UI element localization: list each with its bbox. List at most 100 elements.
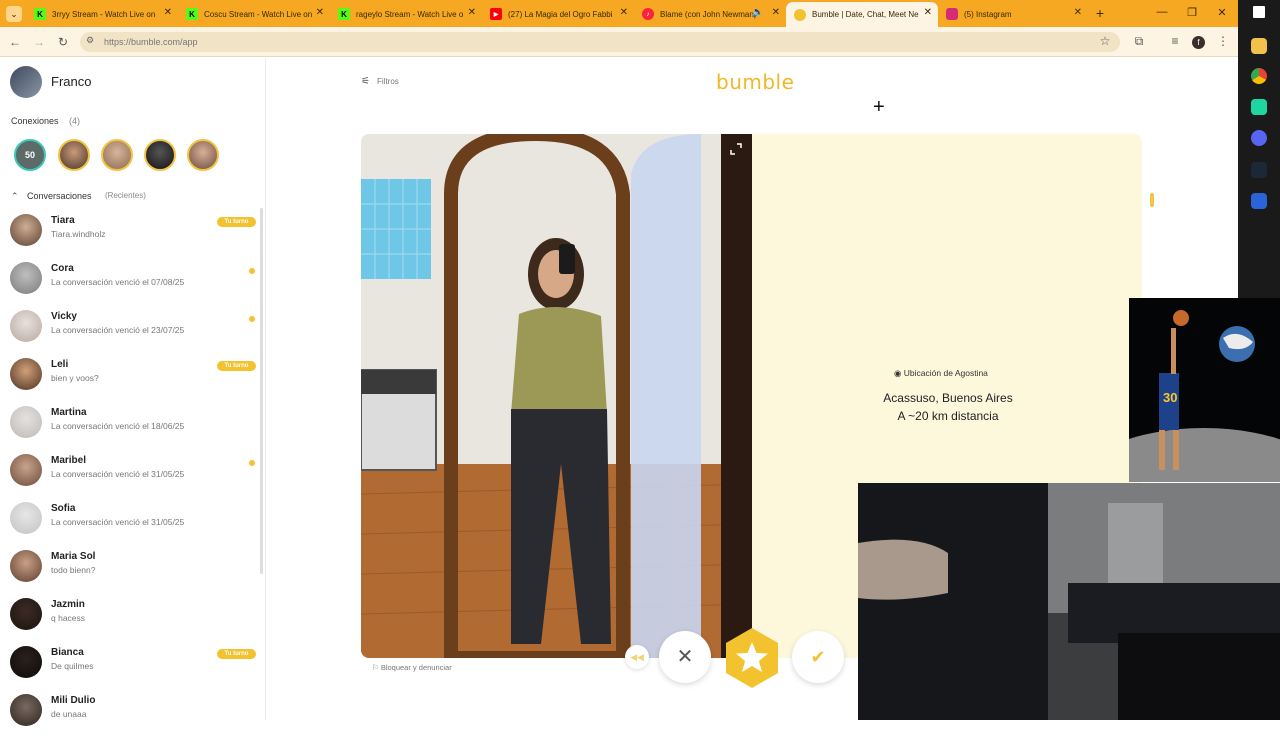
kick-icon: K: [34, 8, 46, 20]
expand-icon[interactable]: [730, 142, 742, 155]
avatar: [10, 358, 42, 390]
close-tab-icon[interactable]: ✕: [772, 7, 780, 18]
conversation-preview: de unaaa: [51, 709, 87, 719]
conversation-row[interactable]: Tiara Tiara.windholz Tu turno: [0, 212, 262, 260]
pass-button[interactable]: ✕: [659, 631, 711, 683]
mirror-selfie-image: [361, 134, 752, 658]
chrome-icon[interactable]: [1251, 68, 1267, 84]
conversation-row[interactable]: Cora La conversación venció el 07/08/25: [0, 260, 262, 308]
conversation-row[interactable]: Martina La conversación venció el 18/06/2…: [0, 404, 262, 452]
unread-dot: [249, 316, 255, 322]
windows-start-icon[interactable]: [1253, 6, 1265, 18]
filters-button[interactable]: Filtros: [377, 77, 399, 86]
address-bar[interactable]: [80, 32, 1120, 52]
close-tab-icon[interactable]: ✕: [468, 7, 476, 18]
connection-beeline-badge[interactable]: 50: [14, 139, 46, 171]
close-tab-icon[interactable]: ✕: [924, 7, 932, 18]
rewind-button[interactable]: ◀◀: [625, 645, 649, 669]
app-icon[interactable]: [1251, 193, 1267, 209]
browser-tab[interactable]: K Coscu Stream - Watch Live on ✕: [178, 4, 330, 24]
avatar: [10, 694, 42, 726]
conversation-name: Leli: [51, 359, 69, 370]
browser-tab[interactable]: K 3rryy Stream - Watch Live on ✕: [26, 4, 178, 24]
extensions-icon[interactable]: ⧉: [1130, 32, 1148, 50]
like-button[interactable]: ✔: [792, 631, 844, 683]
conversation-row[interactable]: Jazmin q hacess: [0, 596, 262, 644]
close-tab-icon[interactable]: ✕: [316, 7, 324, 18]
conversation-row[interactable]: Mili Dulio de unaaa: [0, 692, 262, 740]
steam-icon[interactable]: [1251, 162, 1267, 178]
basketball-moon-image: 30: [1129, 298, 1280, 482]
back-icon[interactable]: ←: [6, 33, 24, 51]
connections-count: (4): [69, 116, 80, 126]
next-card-edge: [1150, 193, 1154, 207]
conversation-name: Sofia: [51, 503, 76, 514]
chevron-up-icon[interactable]: ⌃: [11, 191, 19, 202]
avatar: [10, 502, 42, 534]
media-control-icon[interactable]: ≡: [1166, 32, 1184, 50]
browser-tab[interactable]: (5) Instagram ✕: [938, 4, 1088, 24]
conversation-preview: La conversación venció el 07/08/25: [51, 277, 185, 287]
user-name[interactable]: Franco: [51, 74, 91, 89]
forward-icon[interactable]: →: [30, 33, 48, 51]
conversation-name: Jazmin: [51, 599, 85, 610]
browser-tab[interactable]: K rageylo Stream - Watch Live o ✕: [330, 4, 482, 24]
instagram-icon: [946, 8, 958, 20]
profile-avatar[interactable]: f: [1192, 36, 1205, 49]
your-turn-badge: Tu turno: [217, 217, 256, 227]
crosshair-cursor-icon: +: [873, 96, 885, 118]
conversation-row[interactable]: Maria Sol todo bienn?: [0, 548, 262, 596]
connection-avatar[interactable]: [187, 139, 219, 171]
close-tab-icon[interactable]: ✕: [1074, 7, 1082, 18]
conversation-preview: La conversación venció el 31/05/25: [51, 517, 185, 527]
kick-icon: K: [338, 8, 350, 20]
unread-dot: [249, 460, 255, 466]
conversation-preview: De quilmes: [51, 661, 94, 671]
location-label: ◉ Ubicación de Agostina: [894, 368, 988, 379]
superswipe-button[interactable]: [720, 626, 784, 690]
maximize-icon[interactable]: ❐: [1182, 6, 1202, 19]
your-turn-badge: Tu turno: [217, 649, 256, 659]
conversation-row[interactable]: Bianca De quilmes Tu turno: [0, 644, 262, 692]
browser-tab[interactable]: ▶ (27) La Magia del Ogro Fabbi ✕: [482, 4, 634, 24]
conversations-label[interactable]: Conversaciones: [27, 191, 92, 201]
close-tab-icon[interactable]: ✕: [620, 7, 628, 18]
connection-avatar[interactable]: [58, 139, 90, 171]
your-turn-badge: Tu turno: [217, 361, 256, 371]
avatar: [10, 214, 42, 246]
discord-icon[interactable]: [1251, 130, 1267, 146]
browser-tab-active[interactable]: Bumble | Date, Chat, Meet Ne ✕: [786, 2, 938, 27]
url-text[interactable]: https://bumble.com/app: [104, 37, 198, 47]
menu-icon[interactable]: ⋮: [1214, 32, 1232, 50]
conversation-row[interactable]: Maribel La conversación venció el 31/05/2…: [0, 452, 262, 500]
conversation-preview: Tiara.windholz: [51, 229, 106, 239]
stream-overlay-image: 30: [1129, 298, 1280, 482]
connection-avatar[interactable]: [101, 139, 133, 171]
webcam-overlay: [858, 483, 1280, 720]
app-icon[interactable]: [1251, 99, 1267, 115]
conversation-name: Mili Dulio: [51, 695, 96, 706]
webcam-image: [858, 483, 1280, 720]
conversation-row[interactable]: Vicky La conversación venció el 23/07/25: [0, 308, 262, 356]
browser-tab[interactable]: ♪ Blame (con John Newman) 🔈 ✕: [634, 4, 786, 24]
conversation-row[interactable]: Sofia La conversación venció el 31/05/25: [0, 500, 262, 548]
flag-icon: ⚐: [372, 663, 379, 672]
reload-icon[interactable]: ↻: [54, 33, 72, 51]
tab-search-button[interactable]: ⌄: [6, 6, 22, 22]
conversation-name: Tiara: [51, 215, 75, 226]
minimize-icon[interactable]: —: [1152, 6, 1172, 18]
connection-avatar[interactable]: [144, 139, 176, 171]
conversation-row[interactable]: Leli bien y voos? Tu turno: [0, 356, 262, 404]
file-explorer-icon[interactable]: [1251, 38, 1267, 54]
speaker-icon[interactable]: 🔈: [752, 7, 764, 18]
report-link[interactable]: ⚐ Bloquear y denunciar: [372, 663, 452, 672]
new-tab-button[interactable]: +: [1092, 5, 1108, 21]
filters-icon[interactable]: ⚟: [361, 76, 370, 87]
avatar[interactable]: [10, 66, 42, 98]
bookmark-star-icon[interactable]: ☆: [1096, 32, 1114, 50]
close-tab-icon[interactable]: ✕: [164, 7, 172, 18]
profile-photo[interactable]: [361, 134, 752, 658]
site-info-icon[interactable]: ⚙: [86, 35, 94, 46]
conversation-preview: La conversación venció el 23/07/25: [51, 325, 185, 335]
close-window-icon[interactable]: ✕: [1212, 6, 1232, 19]
